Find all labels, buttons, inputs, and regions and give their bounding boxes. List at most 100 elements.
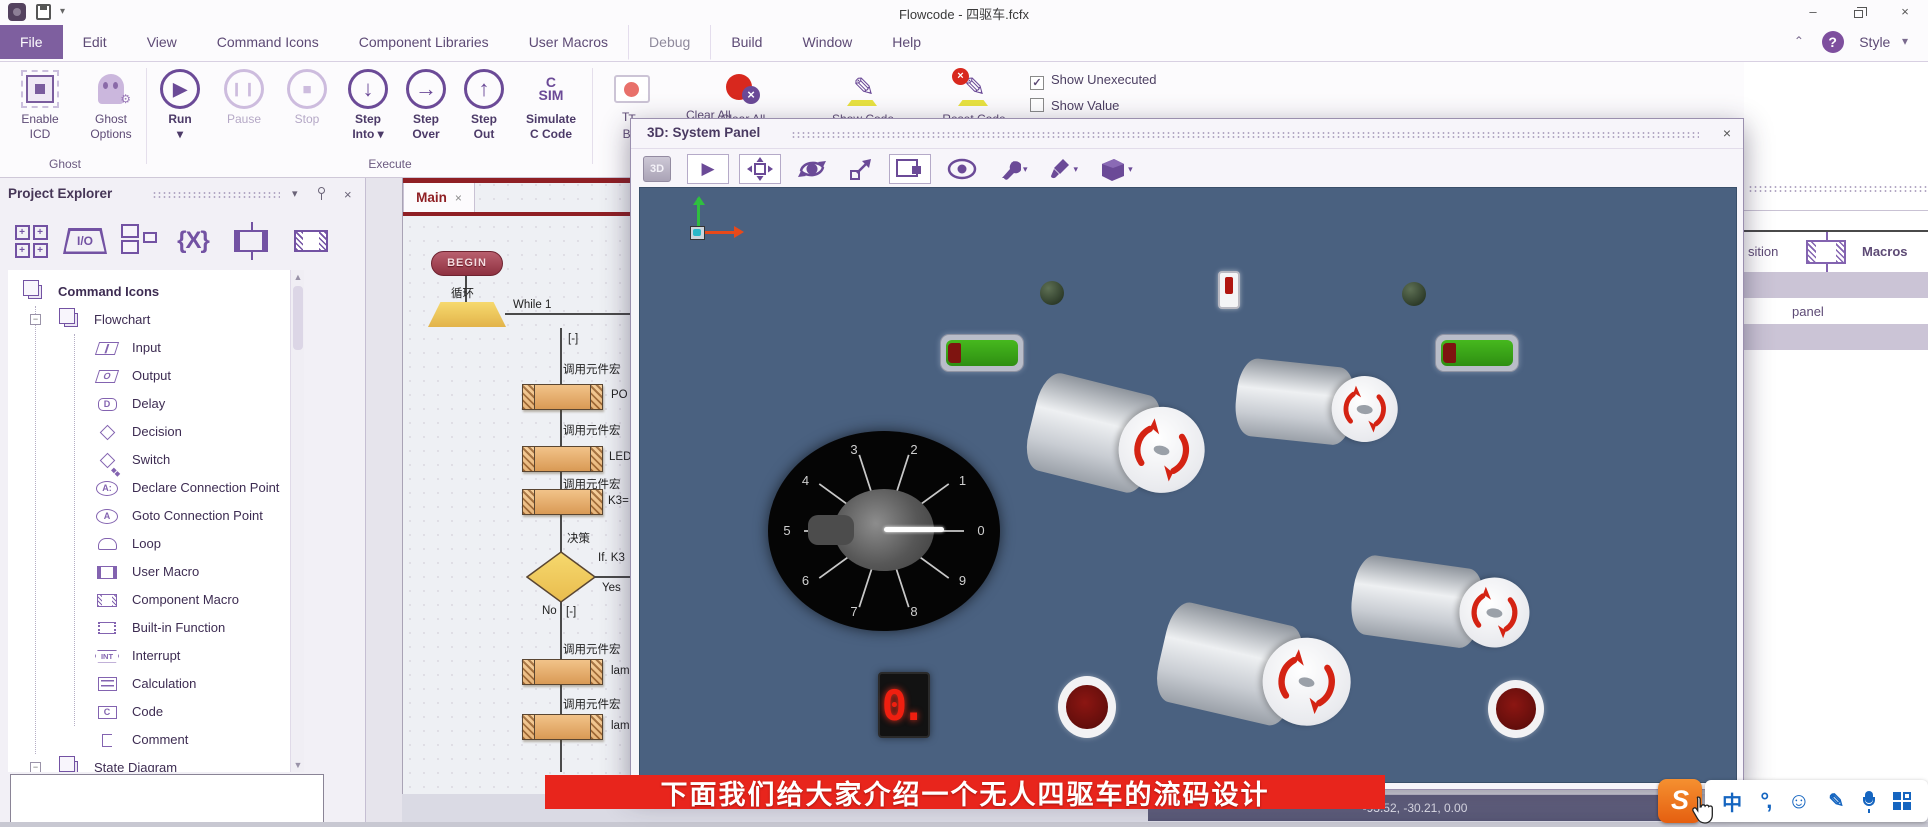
tree-item-declare-connection-point[interactable]: A:Declare Connection Point [8, 474, 304, 502]
microphone-icon[interactable] [1863, 791, 1875, 811]
tree-scrollbar[interactable]: ▲ ▼ [290, 270, 304, 772]
stop-button[interactable]: ■Stop [278, 66, 336, 127]
sphere-object[interactable] [1040, 281, 1064, 305]
save-icon[interactable] [36, 4, 51, 20]
3d-viewport[interactable]: 0123456789 [639, 187, 1737, 783]
green-led-bar[interactable] [1435, 334, 1519, 372]
minimize-button[interactable]: – [1798, 2, 1828, 22]
io-icon[interactable]: I/O [62, 218, 108, 264]
grid-add-icon[interactable]: ++++ [8, 218, 54, 264]
scroll-down-icon[interactable]: ▼ [291, 760, 304, 770]
menu-item-component-libraries[interactable]: Component Libraries [339, 25, 509, 59]
3d-system-panel-window[interactable]: 3D: System Panel × 3D▶▾▾▾ 0123456789 [630, 118, 1744, 790]
tree-item-user-macro[interactable]: User Macro [8, 558, 304, 586]
quick-access-caret-icon[interactable]: ▾ [60, 6, 65, 17]
windows-icon[interactable] [118, 218, 164, 264]
rotary-dial[interactable]: 0123456789 [768, 431, 1000, 631]
menu-item-debug[interactable]: Debug [628, 25, 711, 60]
run--button[interactable]: ▶Run▾ [150, 66, 210, 142]
tree-item-decision[interactable]: Decision [8, 418, 304, 446]
style-menu[interactable]: Style [1859, 34, 1890, 50]
close-button[interactable]: × [1890, 2, 1920, 22]
flow-loop-node[interactable] [428, 302, 506, 327]
menu-item-command-icons[interactable]: Command Icons [197, 25, 339, 59]
component-macro-node[interactable] [522, 489, 603, 515]
style-caret-icon[interactable]: ▾ [1902, 34, 1908, 48]
panel-dropdown-icon[interactable]: ▾ [292, 187, 298, 200]
expander-icon[interactable]: − [30, 762, 41, 772]
component-macro-icon[interactable] [288, 218, 334, 264]
step-over-button[interactable]: →StepOver [398, 66, 454, 142]
tree-item-state-diagram[interactable]: −State Diagram [8, 754, 304, 772]
component-macro-node[interactable] [522, 659, 603, 685]
3d-cube-icon[interactable]: 3D [637, 154, 677, 184]
grid-icon[interactable] [1893, 792, 1911, 810]
menu-item-file[interactable]: File [0, 25, 63, 59]
wheel-object[interactable] [1488, 680, 1544, 738]
panel-row-label[interactable]: panel [1792, 304, 1824, 319]
user-macro-icon[interactable] [228, 218, 274, 264]
eye-icon[interactable] [941, 154, 983, 184]
collapse-marker[interactable]: [-] [568, 333, 578, 345]
tree-item-code[interactable]: CCode [8, 698, 304, 726]
wheel-object[interactable] [1058, 676, 1116, 738]
checkbox-icon[interactable] [1030, 98, 1044, 112]
step-into-button[interactable]: ↓StepInto ▾ [340, 66, 396, 142]
green-led-bar[interactable] [940, 334, 1024, 372]
tree-item-built-in-function[interactable]: Built-in Function [8, 614, 304, 642]
restore-button[interactable] [1843, 2, 1873, 22]
3d-panel-close-icon[interactable]: × [1723, 125, 1731, 141]
menu-item-view[interactable]: View [127, 25, 197, 59]
wrench-icon[interactable]: ▾ [993, 154, 1034, 184]
menu-item-user-macros[interactable]: User Macros [509, 25, 628, 59]
pin-icon[interactable] [318, 185, 325, 197]
tree-item-goto-connection-point[interactable]: AGoto Connection Point [8, 502, 304, 530]
expand-icon[interactable] [843, 154, 879, 184]
quote-icon[interactable]: °, [1760, 788, 1769, 814]
tree-item-switch[interactable]: Switch [8, 446, 304, 474]
expander-icon[interactable]: − [30, 314, 41, 325]
tree-item-component-macro[interactable]: Component Macro [8, 586, 304, 614]
motor[interactable] [1148, 586, 1364, 754]
tab-close-icon[interactable]: × [455, 191, 462, 205]
braces-x-icon[interactable]: {X} [170, 218, 216, 264]
panel-row[interactable] [1744, 324, 1928, 350]
pause-button[interactable]: ❙❙Pause [214, 66, 274, 127]
scroll-up-icon[interactable]: ▲ [291, 272, 304, 282]
seven-segment-display[interactable]: 0. [878, 672, 930, 738]
flow-begin-node[interactable]: BEGIN [431, 251, 503, 276]
motor[interactable] [1231, 348, 1402, 460]
sphere-object[interactable] [1402, 282, 1426, 306]
tree-item-calculation[interactable]: Calculation [8, 670, 304, 698]
smiley-icon[interactable]: ☺ [1788, 788, 1810, 814]
collapse-marker[interactable]: [-] [566, 606, 576, 618]
menu-item-window[interactable]: Window [782, 25, 872, 59]
checkbox-show-value[interactable]: Show Value [1030, 98, 1119, 116]
enable-icd-button[interactable]: EnableICD [8, 66, 72, 142]
tree-item-comment[interactable]: Comment [8, 726, 304, 754]
component-macro-node[interactable] [522, 384, 603, 410]
language-icon[interactable]: 中 [1722, 787, 1742, 816]
tree-item-output[interactable]: OOutput [8, 362, 304, 390]
checkbox-show-unexecuted[interactable]: ✓Show Unexecuted [1030, 72, 1157, 90]
led-component[interactable] [1218, 271, 1240, 309]
move-icon[interactable] [739, 154, 781, 184]
decision-node[interactable] [526, 551, 596, 603]
tree-item-interrupt[interactable]: INTInterrupt [8, 642, 304, 670]
tree-item-flowchart[interactable]: −Flowchart [8, 306, 304, 334]
pen-icon[interactable]: ✎ [1828, 790, 1844, 813]
collapse-ribbon-icon[interactable]: ⌃ [1794, 34, 1804, 48]
cursor-play-icon[interactable]: ▶ [687, 154, 729, 184]
tab-main[interactable]: Main × [403, 183, 475, 212]
scroll-thumb[interactable] [293, 286, 303, 350]
component-macro-node[interactable] [522, 714, 603, 740]
frame-icon[interactable] [889, 154, 931, 184]
tree-item-command-icons[interactable]: Command Icons [8, 278, 304, 306]
menu-item-edit[interactable]: Edit [63, 25, 127, 59]
menu-item-build[interactable]: Build [711, 25, 782, 59]
simulate-c-code-button[interactable]: CSIMSimulateC Code [514, 66, 588, 142]
step-out-button[interactable]: ↑StepOut [456, 66, 512, 142]
checkbox-icon[interactable]: ✓ [1030, 76, 1044, 90]
box-icon[interactable]: ▾ [1094, 154, 1139, 184]
component-macro-node[interactable] [522, 446, 603, 472]
